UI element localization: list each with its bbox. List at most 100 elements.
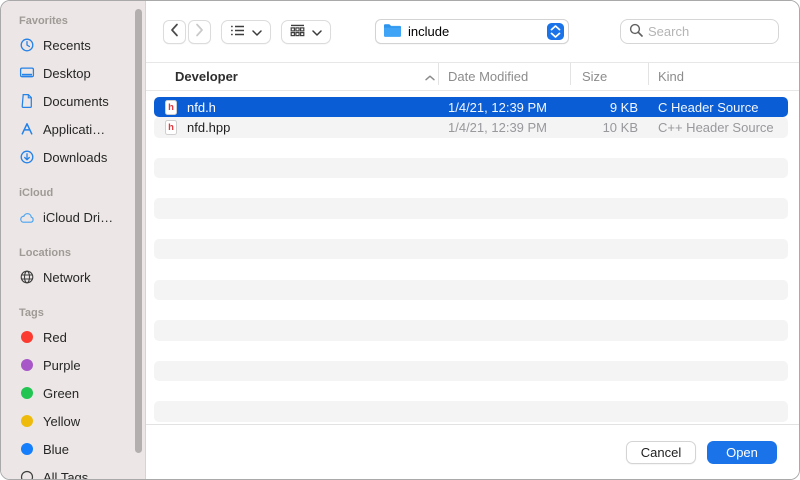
header-file-icon: h (165, 100, 177, 115)
group-view-icon (290, 24, 305, 40)
sidebar-item-downloads[interactable]: Downloads (19, 143, 145, 171)
tag-dot (19, 329, 35, 345)
sidebar-item-blue[interactable]: Blue (19, 435, 145, 463)
tag-dot (21, 387, 33, 399)
sidebar-item-label: Recents (43, 38, 91, 53)
sidebar-item-documents[interactable]: Documents (19, 87, 145, 115)
empty-row (154, 320, 788, 340)
sidebar-item-purple[interactable]: Purple (19, 351, 145, 379)
sidebar-section-locations: LocationsNetwork (19, 247, 145, 291)
cloud-icon (19, 209, 35, 225)
tag-dot (21, 415, 33, 427)
sidebar-item-label: Green (43, 386, 79, 401)
column-header-developer[interactable]: Developer (175, 63, 238, 90)
globe-icon (19, 269, 35, 285)
sidebar-item-icloud-dri[interactable]: iCloud Dri… (19, 203, 145, 231)
folder-dropdown[interactable]: include (375, 19, 569, 44)
header-file-icon: h (165, 120, 177, 135)
header-file-icon: h (165, 100, 181, 115)
sidebar-section-icloud: iCloud iCloud Dri… (19, 187, 145, 231)
sidebar: FavoritesRecentsDesktopDocumentsApplicat… (1, 1, 146, 479)
chevron-left-icon (170, 23, 179, 40)
empty-row (154, 300, 788, 320)
sidebar-item-applicati[interactable]: Applicati… (19, 115, 145, 143)
list-view-icon (230, 24, 245, 40)
sidebar-item-label: Yellow (43, 414, 80, 429)
column-divider (438, 63, 439, 85)
search-input[interactable] (648, 24, 770, 39)
file-date: 1/4/21, 12:39 PM (448, 100, 582, 115)
file-date: 1/4/21, 12:39 PM (448, 120, 582, 135)
column-header-kind[interactable]: Kind (658, 63, 684, 90)
sort-ascending-icon (425, 63, 435, 90)
sidebar-item-green[interactable]: Green (19, 379, 145, 407)
main-pane: include Developer Date Modified (146, 1, 799, 479)
tag-dot (21, 359, 33, 371)
sidebar-item-label: Desktop (43, 66, 91, 81)
file-row-nfd-h[interactable]: hnfd.h1/4/21, 12:39 PM9 KBC Header Sourc… (154, 97, 788, 117)
tag-dot (21, 443, 33, 455)
forward-button[interactable] (188, 20, 211, 44)
sidebar-sections: FavoritesRecentsDesktopDocumentsApplicat… (19, 15, 145, 479)
file-list: hnfd.h1/4/21, 12:39 PM9 KBC Header Sourc… (146, 91, 799, 424)
open-button[interactable]: Open (707, 441, 777, 464)
cancel-button[interactable]: Cancel (626, 441, 696, 464)
sidebar-item-all-tags[interactable]: All Tags (19, 463, 145, 479)
clock-icon (19, 37, 35, 53)
sidebar-item-label: iCloud Dri… (43, 210, 113, 225)
back-button[interactable] (163, 20, 186, 44)
search-field[interactable] (620, 19, 779, 44)
sidebar-section-favorites: FavoritesRecentsDesktopDocumentsApplicat… (19, 15, 145, 171)
sidebar-item-yellow[interactable]: Yellow (19, 407, 145, 435)
desktop-icon (19, 65, 35, 81)
chevron-down-icon (252, 24, 262, 39)
file-name: nfd.h (187, 100, 448, 115)
column-header-size[interactable]: Size (582, 63, 607, 90)
file-kind: C Header Source (658, 100, 758, 115)
sidebar-item-red[interactable]: Red (19, 323, 145, 351)
sidebar-item-desktop[interactable]: Desktop (19, 59, 145, 87)
sidebar-section-label: Tags (19, 307, 145, 319)
group-view-button[interactable] (281, 20, 331, 44)
empty-row (154, 361, 788, 381)
applications-icon (19, 121, 35, 137)
download-icon (19, 149, 35, 165)
tag-dot (19, 385, 35, 401)
sidebar-item-label: Applicati… (43, 122, 105, 137)
column-header-date-modified[interactable]: Date Modified (448, 63, 528, 90)
tag-dot (19, 413, 35, 429)
empty-row (154, 381, 788, 401)
empty-row (154, 138, 788, 158)
chevron-right-icon (195, 23, 204, 40)
column-headers: Developer Date Modified Size Kind (146, 63, 799, 91)
empty-row (154, 259, 788, 279)
tag-dot (19, 357, 35, 373)
empty-row (154, 219, 788, 239)
sidebar-section-label: iCloud (19, 187, 145, 199)
folder-dropdown-value: include (408, 24, 541, 39)
sidebar-item-label: All Tags (43, 470, 88, 480)
sidebar-item-label: Blue (43, 442, 69, 457)
list-view-button[interactable] (221, 20, 271, 44)
empty-row (154, 401, 788, 421)
sidebar-item-label: Network (43, 270, 91, 285)
folder-icon (383, 23, 402, 41)
empty-row (154, 239, 788, 259)
empty-row (154, 341, 788, 361)
sidebar-item-recents[interactable]: Recents (19, 31, 145, 59)
sidebar-item-network[interactable]: Network (19, 263, 145, 291)
empty-row (154, 178, 788, 198)
empty-row (154, 198, 788, 218)
sidebar-item-label: Downloads (43, 150, 107, 165)
sidebar-item-label: Red (43, 330, 67, 345)
file-name: nfd.hpp (187, 120, 448, 135)
column-divider (570, 63, 571, 85)
sidebar-section-tags: Tags Red Purple Green Yellow Blue All Tags (19, 307, 145, 479)
toolbar: include (146, 1, 799, 63)
open-file-dialog: FavoritesRecentsDesktopDocumentsApplicat… (0, 0, 800, 480)
file-size: 10 KB (582, 120, 638, 135)
file-row-nfd-hpp[interactable]: hnfd.hpp1/4/21, 12:39 PM10 KBC++ Header … (154, 117, 788, 137)
document-icon (19, 93, 35, 109)
tag-dot (19, 441, 35, 457)
sidebar-scrollbar[interactable] (135, 9, 142, 453)
